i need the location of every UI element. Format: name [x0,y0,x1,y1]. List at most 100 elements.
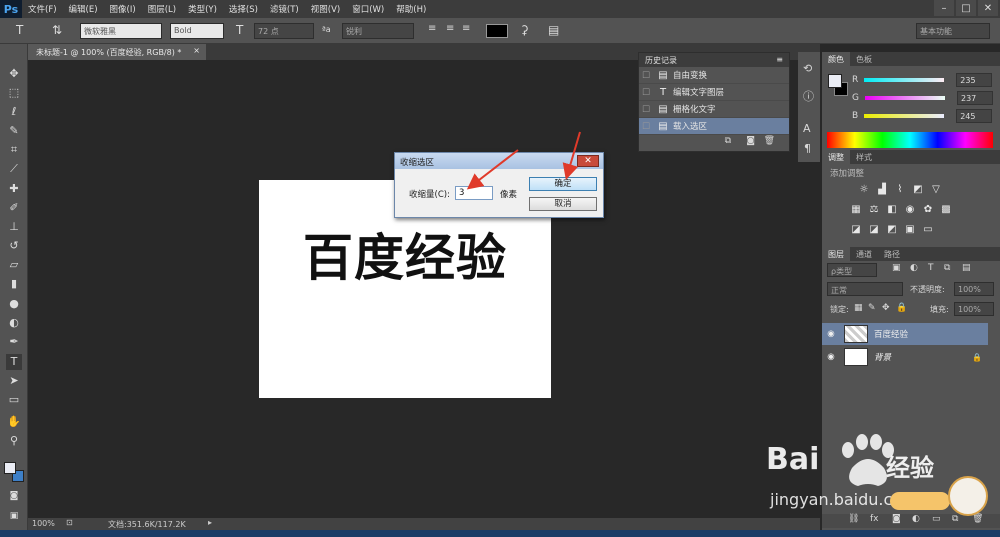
menu-select[interactable]: 选择(S) [223,3,264,15]
channel-mixer-icon[interactable]: ✿ [922,204,934,216]
gradient-tool-icon[interactable]: ▮ [6,276,22,292]
red-value[interactable]: 235 [956,73,993,87]
maximize-button[interactable]: □ [956,0,976,16]
history-brush-tool-icon[interactable]: ↺ [6,238,22,254]
vibrance-icon[interactable]: ▽ [930,184,942,196]
info-panel-icon[interactable]: ⓘ [803,88,814,104]
menu-layer[interactable]: 图层(L) [142,3,182,15]
layer-name[interactable]: 百度经验 [874,328,908,340]
layer-row-selected[interactable]: ◉ 百度经验 [822,323,988,345]
history-checkbox[interactable]: □ [639,70,653,80]
healing-brush-tool-icon[interactable]: ✚ [6,181,22,197]
curves-icon[interactable]: ⌇ [894,184,906,196]
dodge-tool-icon[interactable]: ◐ [6,315,22,331]
ok-button[interactable]: 确定 [529,177,597,191]
history-checkbox[interactable]: □ [639,104,653,114]
zoom-tool-icon[interactable]: ⚲ [6,433,22,449]
levels-icon[interactable]: ▟ [876,184,888,196]
brush-tool-icon[interactable]: ✐ [6,200,22,216]
close-button[interactable]: ✕ [978,0,998,16]
font-style-select[interactable]: Bold [170,23,224,39]
workspace-select[interactable]: 基本功能 [916,23,990,39]
foreground-color-swatch[interactable] [4,462,16,474]
dialog-close-button[interactable]: ✕ [577,155,599,167]
selective-color-icon[interactable]: ▣ [904,224,916,236]
visibility-eye-icon[interactable]: ◉ [822,329,840,339]
filter-shape-icon[interactable]: ⧉ [944,263,950,273]
font-family-select[interactable]: 微软雅黑 [80,23,162,39]
path-select-tool-icon[interactable]: ➤ [6,373,22,389]
brightness-icon[interactable]: ☼ [858,184,870,196]
tab-adjustments[interactable]: 调整 [822,150,850,164]
character-panel-icon[interactable]: A [803,122,811,135]
layer-name[interactable]: 背景 [874,351,891,363]
warp-text-icon[interactable]: ⚳ [520,23,529,39]
filter-adjust-icon[interactable]: ◐ [910,263,918,273]
visibility-eye-icon[interactable]: ◉ [822,352,840,362]
layer-kind-filter[interactable]: ρ类型 [827,263,877,277]
new-document-from-state-icon[interactable]: ⧉ [725,136,731,146]
document-tab[interactable]: 未标题-1 @ 100% (百度经验, RGB/8) * × [28,44,206,60]
hue-saturation-icon[interactable]: ▦ [850,204,862,216]
photo-filter-icon[interactable]: ◉ [904,204,916,216]
menu-edit[interactable]: 编辑(E) [63,3,104,15]
font-size-select[interactable]: 72 点 [254,23,314,39]
black-white-icon[interactable]: ◧ [886,204,898,216]
tab-swatches[interactable]: 色板 [850,52,878,66]
menu-file[interactable]: 文件(F) [22,3,63,15]
pen-tool-icon[interactable]: ✒ [6,334,22,350]
trash-icon[interactable]: 🗑 [764,136,775,146]
fill-field[interactable]: 100% [954,302,994,316]
status-menu-arrow-icon[interactable]: ▸ [208,518,212,527]
history-item[interactable]: □ T 编辑文字图层 [639,84,789,101]
blur-tool-icon[interactable]: ● [6,296,22,312]
quick-mask-icon[interactable]: ◙ [6,488,22,504]
tab-channels[interactable]: 通道 [850,247,878,261]
text-tool-icon[interactable]: T [16,23,23,39]
menu-image[interactable]: 图像(I) [104,3,142,15]
crop-tool-icon[interactable]: ⌗ [6,142,22,158]
document-tab-close-icon[interactable]: × [193,46,200,55]
history-panel-icon[interactable]: ⟲ [803,62,812,75]
color-balance-icon[interactable]: ⚖ [868,204,880,216]
green-value[interactable]: 237 [956,91,993,105]
tab-styles[interactable]: 样式 [850,150,878,164]
blue-slider[interactable] [864,114,945,118]
layer-row[interactable]: ◉ 背景 🔒 [822,346,988,368]
eraser-tool-icon[interactable]: ▱ [6,257,22,273]
menu-window[interactable]: 窗口(W) [346,3,390,15]
history-item[interactable]: □ ▤ 栅格化文字 [639,101,789,118]
cancel-button[interactable]: 取消 [529,197,597,211]
gradient-map-icon[interactable]: ▭ [922,224,934,236]
posterize-icon[interactable]: ◪ [868,224,880,236]
exposure-icon[interactable]: ◩ [912,184,924,196]
tab-paths[interactable]: 路径 [878,247,906,261]
tab-layers[interactable]: 图层 [822,247,850,261]
character-panel-icon[interactable]: ▤ [548,23,559,39]
zoom-level[interactable]: 100% [32,519,55,528]
lock-all-icon[interactable]: 🔒 [896,303,907,313]
blend-mode-select[interactable]: 正常 [827,282,903,296]
lock-position-icon[interactable]: ✥ [882,303,890,313]
history-menu-icon[interactable]: ≡ [776,55,783,64]
lock-transparent-icon[interactable]: ▦ [854,303,863,313]
menu-type[interactable]: 类型(Y) [182,3,223,15]
anti-alias-select[interactable]: 锐利 [342,23,414,39]
menu-filter[interactable]: 滤镜(T) [264,3,305,15]
eyedropper-tool-icon[interactable]: ⟋ [6,161,22,177]
hand-tool-icon[interactable]: ✋ [6,414,22,430]
red-slider[interactable] [864,78,945,82]
paragraph-panel-icon[interactable]: ¶ [804,142,811,155]
menu-view[interactable]: 视图(V) [305,3,346,15]
fg-color-chip[interactable] [828,74,842,88]
lock-pixels-icon[interactable]: ✎ [868,303,876,313]
marquee-tool-icon[interactable]: ⬚ [6,85,22,101]
menu-help[interactable]: 帮助(H) [390,3,432,15]
clone-stamp-tool-icon[interactable]: ⊥ [6,219,22,235]
status-camera-icon[interactable]: ⊡ [66,518,73,527]
move-tool-icon[interactable]: ✥ [6,66,22,82]
color-lookup-icon[interactable]: ▩ [940,204,952,216]
type-tool-icon[interactable]: T [6,354,22,370]
tab-color[interactable]: 颜色 [822,52,850,66]
green-slider[interactable] [864,96,945,100]
